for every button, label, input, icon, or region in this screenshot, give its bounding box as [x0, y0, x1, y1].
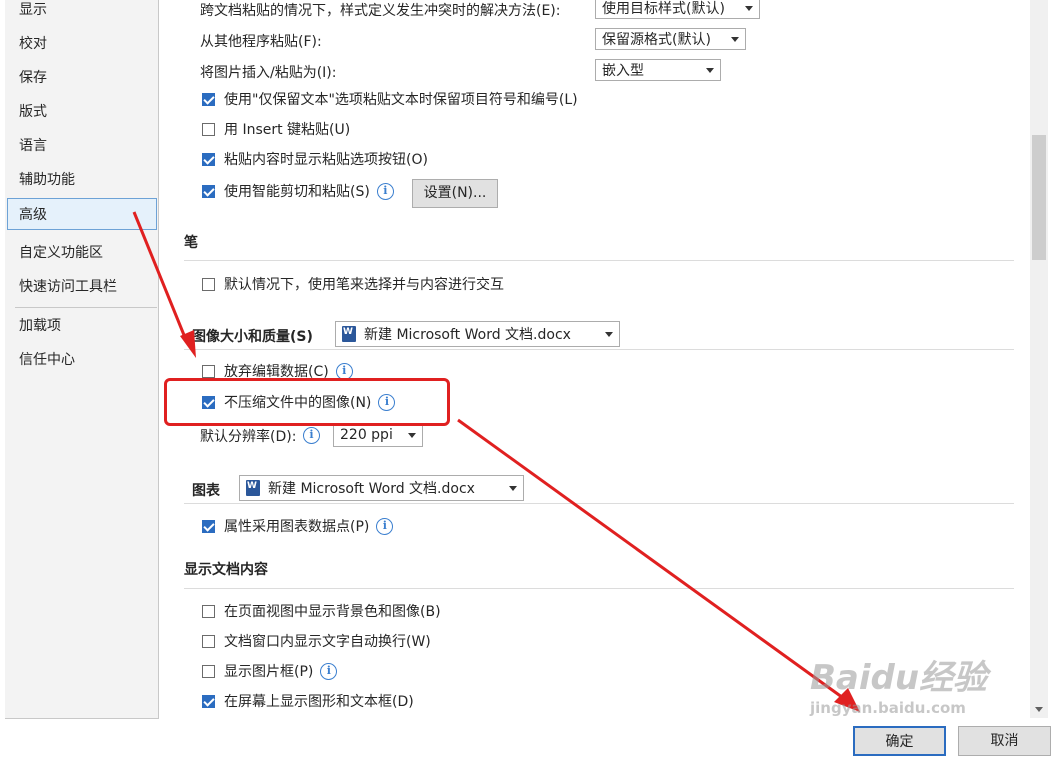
- baidu-watermark: Baidu经验 jingyan.baidu.com: [810, 650, 987, 717]
- watermark-line-2: jingyan.baidu.com: [810, 699, 966, 717]
- annotation-arrow-line-1: [132, 211, 188, 341]
- annotation-arrow-line-2: [457, 418, 847, 702]
- watermark-line-1: Baidu经验: [810, 658, 988, 698]
- annotation-arrows: [132, 211, 860, 712]
